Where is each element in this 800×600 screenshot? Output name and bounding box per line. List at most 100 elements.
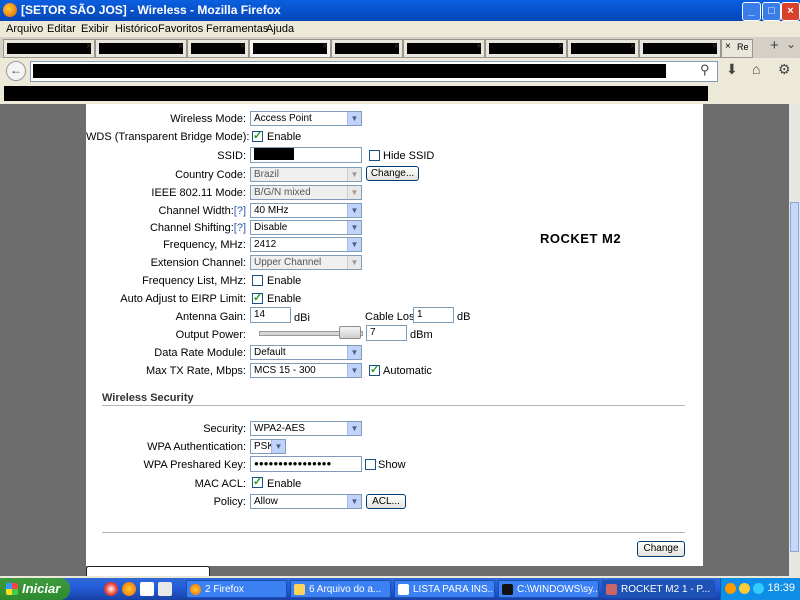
tab-close-icon[interactable]: × — [322, 41, 328, 52]
close-button[interactable]: × — [781, 2, 800, 21]
security-select[interactable]: WPA2-AES ▼ — [250, 421, 362, 436]
wireless-mode-select[interactable]: Access Point ▼ — [250, 111, 362, 126]
psk-input[interactable]: ●●●●●●●●●●●●●●●● — [250, 456, 362, 472]
tab-active[interactable]: × — [249, 39, 331, 58]
tab[interactable]: × — [567, 39, 639, 58]
channel-width-help-link[interactable]: [?] — [234, 205, 246, 217]
mac-acl-checkbox[interactable] — [252, 475, 263, 488]
wds-label: WDS (Transparent Bridge Mode): — [86, 131, 250, 143]
window-title: [SETOR SÃO JOS] - Wireless - Mozilla Fir… — [21, 3, 281, 17]
tab-overflow[interactable]: × Re — [721, 39, 753, 58]
wds-checkbox[interactable] — [252, 129, 263, 142]
channel-shifting-select[interactable]: Disable ▼ — [250, 220, 362, 235]
download-icon[interactable]: ⬇ — [726, 61, 738, 78]
back-button[interactable]: ← — [6, 61, 26, 81]
scrollbar-thumb[interactable] — [790, 202, 799, 552]
menu-ferramentas[interactable]: Ferramentas — [206, 23, 268, 35]
tab[interactable]: × — [403, 39, 485, 58]
horizontal-scrollbar[interactable] — [86, 566, 210, 576]
firefox-quicklaunch-icon[interactable] — [122, 582, 136, 596]
taskbar-item-label: ROCKET M2 1 - P... — [621, 584, 711, 595]
menu-exibir[interactable]: Exibir — [81, 23, 109, 35]
tab[interactable]: × — [3, 39, 95, 58]
eirp-checkbox[interactable] — [252, 291, 263, 304]
tray-icon[interactable] — [725, 583, 736, 594]
tab-overflow-label: Re — [737, 42, 749, 52]
taskbar-item[interactable]: 6 Arquivo do a... — [290, 580, 391, 598]
acl-button[interactable]: ACL... — [366, 494, 406, 509]
taskbar-item-active[interactable]: ROCKET M2 1 - P... — [602, 580, 715, 598]
bookmarks-bar — [0, 84, 800, 104]
channel-width-select[interactable]: 40 MHz ▼ — [250, 203, 362, 218]
chevron-down-icon: ▼ — [347, 204, 361, 217]
gear-icon[interactable]: ⚙ — [778, 61, 791, 78]
automatic-checkbox[interactable] — [369, 363, 380, 376]
tab[interactable]: × — [187, 39, 249, 58]
tab-close-icon[interactable]: × — [630, 41, 636, 52]
menu-editar[interactable]: Editar — [47, 23, 76, 35]
windows-logo-icon — [6, 583, 18, 595]
chevron-down-icon: ▼ — [347, 112, 361, 125]
tab-close-icon[interactable]: × — [86, 41, 92, 52]
taskbar-item[interactable]: 2 Firefox — [186, 580, 287, 598]
new-tab-button[interactable]: + — [770, 37, 779, 54]
output-power-label: Output Power: — [175, 329, 246, 341]
output-power-slider-handle[interactable] — [339, 326, 361, 339]
tab-close-icon[interactable]: × — [476, 41, 482, 52]
vertical-scrollbar[interactable] — [789, 104, 800, 576]
app-quicklaunch-icon[interactable] — [140, 582, 154, 596]
chevron-down-icon: ▼ — [347, 186, 361, 199]
menu-ajuda[interactable]: Ajuda — [266, 23, 294, 35]
cable-loss-input[interactable]: 1 — [413, 307, 454, 323]
tab-list-button[interactable]: ⌄ — [786, 37, 796, 51]
channel-shifting-help-link[interactable]: [?] — [234, 222, 246, 234]
change-button[interactable]: Change — [637, 541, 685, 557]
show-psk-checkbox[interactable] — [365, 459, 376, 470]
ssid-input[interactable] — [250, 147, 362, 163]
home-icon[interactable]: ⌂ — [752, 61, 760, 77]
tab[interactable]: × — [331, 39, 403, 58]
taskbar-item[interactable]: LISTA PARA INS... — [394, 580, 495, 598]
eirp-label: Auto Adjust to EIRP Limit: — [120, 293, 246, 305]
start-button[interactable]: Iniciar — [0, 578, 70, 600]
tab-close-icon[interactable]: × — [240, 41, 246, 52]
section-divider — [102, 405, 685, 406]
tab[interactable]: × — [485, 39, 567, 58]
frequency-list-checkbox[interactable] — [252, 275, 263, 286]
tab-close-icon[interactable]: × — [394, 41, 400, 52]
wpa-auth-select[interactable]: PSK ▼ — [250, 439, 286, 454]
menu-arquivo[interactable]: Arquivo — [6, 23, 43, 35]
tray-icon[interactable] — [739, 583, 750, 594]
hide-ssid-checkbox[interactable] — [369, 150, 380, 161]
tray-icon[interactable] — [753, 583, 764, 594]
antenna-gain-input[interactable]: 14 — [250, 307, 291, 323]
channel-shifting-value: Disable — [254, 222, 288, 233]
taskbar-item[interactable]: C:\WINDOWS\sy... — [498, 580, 599, 598]
url-field[interactable] — [30, 61, 718, 82]
menu-historico[interactable]: Histórico — [115, 23, 158, 35]
frequency-select[interactable]: 2412 ▼ — [250, 237, 362, 252]
search-icon[interactable]: ⚲ — [700, 62, 710, 78]
wireless-mode-value: Access Point — [254, 113, 312, 124]
country-change-button[interactable]: Change... — [366, 166, 419, 181]
command-prompt-icon — [502, 584, 513, 595]
policy-select[interactable]: Allow ▼ — [250, 494, 362, 509]
wpa-auth-label: WPA Authentication: — [147, 441, 246, 453]
tab-close-icon[interactable]: × — [178, 41, 184, 52]
navigation-bar: ← ⚲ ⬇ ⌂ ⚙ — [0, 58, 800, 85]
output-power-input[interactable]: 7 — [366, 325, 407, 341]
maximize-button[interactable]: □ — [762, 2, 781, 21]
max-tx-select[interactable]: MCS 15 - 300 ▼ — [250, 363, 362, 378]
chrome-icon[interactable] — [104, 582, 118, 596]
tab[interactable]: × — [639, 39, 721, 58]
menu-favoritos[interactable]: Favoritos — [158, 23, 203, 35]
tab-close-icon[interactable]: × — [558, 41, 564, 52]
tab-close-icon[interactable]: × — [712, 41, 718, 52]
minimize-button[interactable]: _ — [742, 2, 761, 21]
taskbar: Iniciar 2 Firefox 6 Arquivo do a... LIST… — [0, 578, 800, 600]
data-rate-select[interactable]: Default ▼ — [250, 345, 362, 360]
wireless-mode-label: Wireless Mode: — [170, 113, 246, 125]
app-quicklaunch-icon[interactable] — [158, 582, 172, 596]
frequency-list-enable-text: Enable — [267, 275, 302, 287]
tab[interactable]: × — [95, 39, 187, 58]
